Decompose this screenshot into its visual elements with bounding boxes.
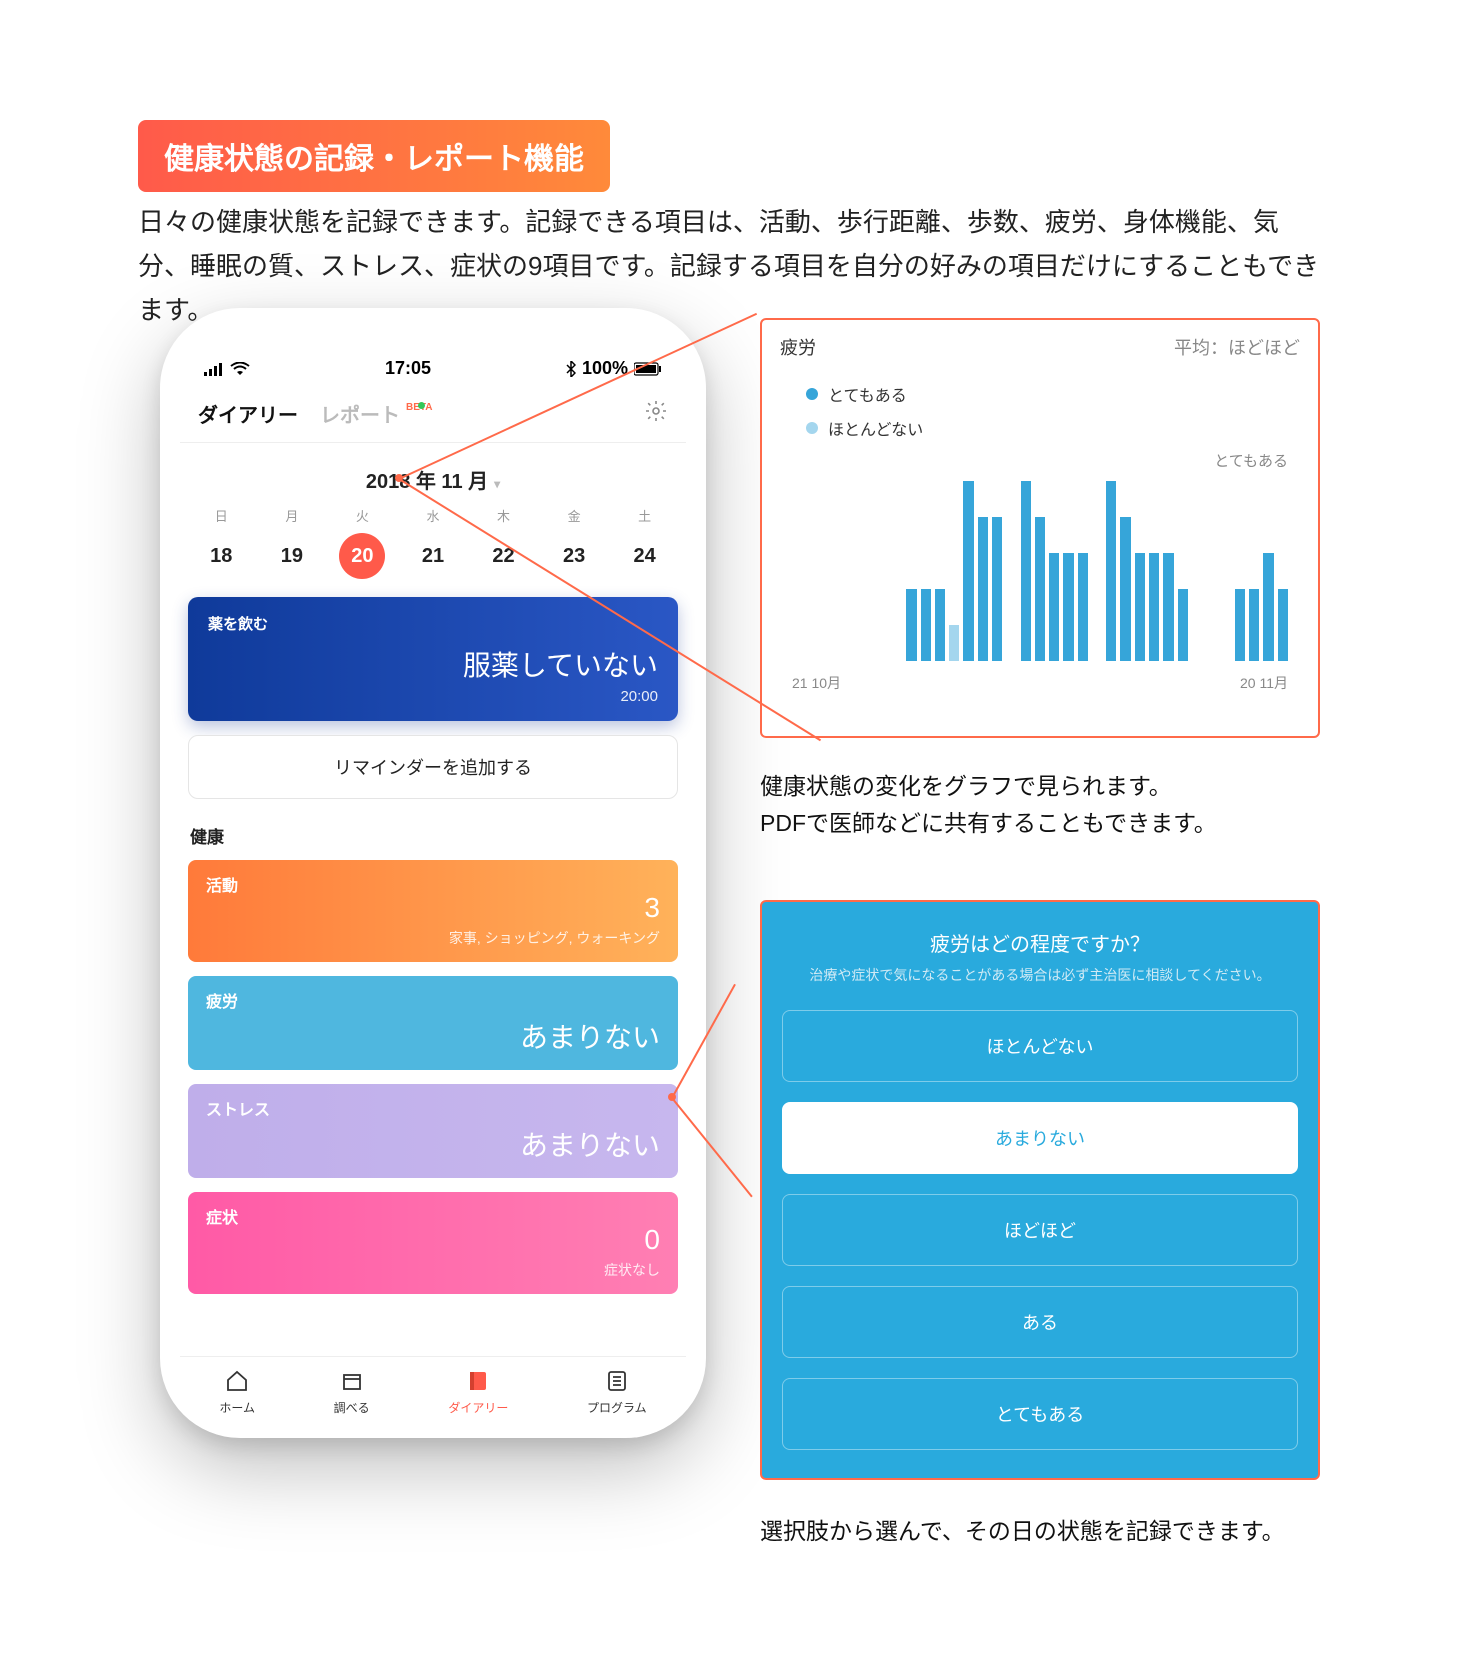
chart-bar [963, 481, 973, 661]
chart-bars [792, 481, 1288, 661]
chart-bar [1078, 553, 1088, 661]
diary-icon [464, 1367, 492, 1395]
calendar-day[interactable]: 19 [269, 533, 315, 579]
chart-x-axis: 21 10月 20 11月 [780, 661, 1300, 693]
calendar-day[interactable]: 24 [622, 533, 668, 579]
settings-button[interactable] [644, 399, 668, 428]
question-option[interactable]: とてもある [782, 1378, 1298, 1450]
chart-bar [1249, 589, 1259, 661]
chart-bar [906, 589, 916, 661]
box-icon [338, 1367, 366, 1395]
chart-bar [1163, 553, 1173, 661]
calendar-day-selected[interactable]: 20 [339, 533, 385, 579]
chart-bar [978, 517, 988, 661]
chart-bar [1149, 553, 1159, 661]
chart-callout-panel: 疲労 平均：ほどほど とてもある ほとんどない とてもある 21 10月 20 … [760, 318, 1320, 738]
question-option[interactable]: あまりない [782, 1102, 1298, 1174]
phone-mock: 17:05 100% ダイアリー レポート BETA 2018 年 11 月▾ … [160, 308, 706, 1438]
chart-bar [1106, 481, 1116, 661]
chart-bar [1021, 481, 1031, 661]
nav-diary[interactable]: ダイアリー [448, 1367, 508, 1416]
chevron-down-icon: ▾ [494, 477, 500, 491]
medication-card[interactable]: 薬を飲む 服薬していない 20:00 [188, 597, 678, 721]
calendar-day[interactable]: 18 [198, 533, 244, 579]
medication-status: 服薬していない [208, 644, 658, 684]
nav-program[interactable]: プログラム [587, 1367, 647, 1416]
chart-bar [1049, 553, 1059, 661]
health-card-symptom[interactable]: 症状 0 症状なし [188, 1192, 678, 1294]
wifi-icon [230, 362, 250, 376]
bottom-nav: ホーム 調べる ダイアリー プログラム [180, 1356, 686, 1416]
status-time: 17:05 [385, 358, 431, 379]
question-option[interactable]: ほとんどない [782, 1010, 1298, 1082]
chart-bar [1135, 553, 1145, 661]
legend-dot-high-icon [806, 388, 818, 400]
calendar-days: 18 19 20 21 22 23 24 [180, 533, 686, 597]
question-option[interactable]: ある [782, 1286, 1298, 1358]
question-caption: 選択肢から選んで、その日の状態を記録できます。 [760, 1512, 1285, 1546]
nav-search[interactable]: 調べる [334, 1367, 370, 1416]
chart-bar [1178, 589, 1188, 661]
health-card-fatigue[interactable]: 疲労 あまりない [188, 976, 678, 1070]
chart-bar [1278, 589, 1288, 661]
month-selector[interactable]: 2018 年 11 月▾ [180, 443, 686, 506]
question-title: 疲労はどの程度ですか？ [782, 928, 1298, 957]
feature-title-badge: 健康状態の記録・レポート機能 [138, 120, 610, 192]
question-note: 治療や症状で気になることがある場合は必ず主治医に相談してください。 [782, 965, 1298, 986]
bluetooth-icon [566, 361, 576, 377]
tab-diary[interactable]: ダイアリー [198, 399, 298, 428]
nav-home[interactable]: ホーム [219, 1367, 255, 1416]
chart-caption: 健康状態の変化をグラフで見られます。PDFで医師などに共有することもできます。 [760, 768, 1320, 842]
tab-report[interactable]: レポート [320, 399, 400, 428]
weekday-row: 日月火水木金土 [180, 506, 686, 533]
question-callout-panel: 疲労はどの程度ですか？ 治療や症状で気になることがある場合は必ず主治医に相談して… [760, 900, 1320, 1480]
chart-legend: とてもある ほとんどない [780, 360, 1300, 440]
chart-bar [1120, 517, 1130, 661]
chart-bar [1063, 553, 1073, 661]
legend-dot-low-icon [806, 422, 818, 434]
health-card-stress[interactable]: ストレス あまりない [188, 1084, 678, 1178]
calendar-day[interactable]: 21 [410, 533, 456, 579]
health-section-label: 健康 [180, 823, 686, 860]
signal-icon [204, 362, 224, 376]
medication-time: 20:00 [208, 688, 658, 705]
chart-bar [935, 589, 945, 661]
chart-ymax-label: とてもある [780, 450, 1300, 471]
list-icon [603, 1367, 631, 1395]
status-bar: 17:05 100% [180, 358, 686, 391]
chart-bar [992, 517, 1002, 661]
chart-title: 疲労 [780, 334, 816, 360]
medication-label: 薬を飲む [208, 613, 658, 634]
chart-average: 平均：ほどほど [1174, 334, 1300, 360]
top-tabs: ダイアリー レポート BETA [180, 391, 686, 443]
home-icon [223, 1367, 251, 1395]
chart-bar [949, 625, 959, 661]
chart-bar [1235, 589, 1245, 661]
question-option[interactable]: ほどほど [782, 1194, 1298, 1266]
chart-bar [1035, 517, 1045, 661]
chart-bar [921, 589, 931, 661]
health-card-activity[interactable]: 活動 3 家事, ショッピング, ウォーキング [188, 860, 678, 962]
chart-bar [1263, 553, 1273, 661]
add-reminder-button[interactable]: リマインダーを追加する [188, 735, 678, 799]
calendar-day[interactable]: 22 [481, 533, 527, 579]
calendar-day[interactable]: 23 [551, 533, 597, 579]
